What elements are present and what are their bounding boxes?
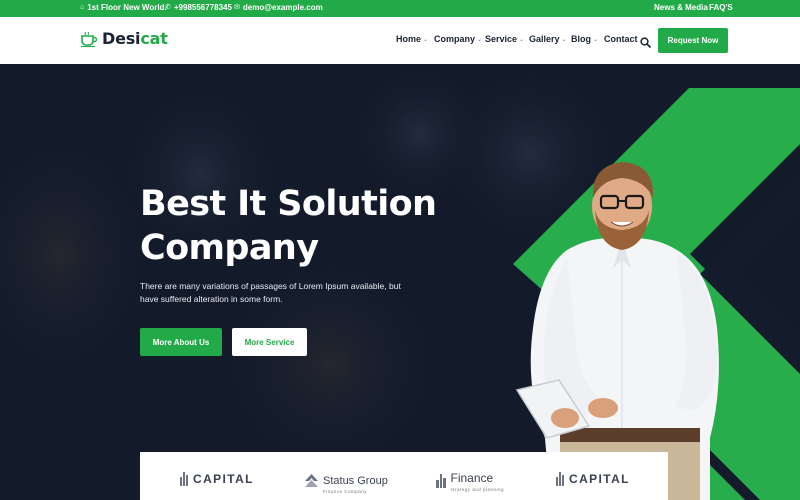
brand-capital-1[interactable]: CAPITAL bbox=[180, 472, 254, 486]
email-info[interactable]: ✉ demo@example.com bbox=[234, 3, 323, 12]
top-bar: ⌂ 1st Floor New World. ✆ +998556778345 ✉… bbox=[0, 0, 800, 17]
hero-title: Best It Solution Company bbox=[140, 184, 437, 268]
brand-name: Status Group bbox=[323, 475, 388, 487]
chevron-down-icon: ⌄ bbox=[519, 36, 525, 43]
brand-name: CAPITAL bbox=[193, 472, 254, 486]
mail-icon: ✉ bbox=[234, 4, 240, 11]
brand-status-group[interactable]: Status Group Finance Company bbox=[305, 471, 388, 494]
phone-text: +998556778345 bbox=[173, 3, 232, 12]
brand-sub: strategy and planning bbox=[450, 487, 505, 492]
site-header: Desicat Home ⌄ Company ⌄ Service ⌄ Gallery ⌄… bbox=[0, 17, 800, 64]
businessman-image bbox=[515, 162, 719, 500]
nav-home[interactable]: Home ⌄ bbox=[396, 34, 428, 44]
faqs-link[interactable]: FAQ'S bbox=[709, 3, 733, 12]
request-now-button[interactable]: Request Now bbox=[658, 28, 728, 53]
chevron-down-icon: ⌄ bbox=[423, 36, 429, 43]
news-media-link[interactable]: News & Media bbox=[654, 3, 708, 12]
logo[interactable]: Desicat bbox=[80, 29, 168, 48]
hero-section: Best It Solution Company There are many … bbox=[0, 64, 800, 500]
hero-description: There are many variations of passages of… bbox=[140, 281, 401, 304]
chevron-down-icon: ⌄ bbox=[593, 36, 599, 43]
bars-icon bbox=[556, 472, 564, 486]
chevron-down-icon: ⌄ bbox=[477, 36, 483, 43]
nav-blog[interactable]: Blog ⌄ bbox=[571, 34, 598, 44]
address-info: ⌂ 1st Floor New World. bbox=[80, 3, 167, 12]
email-text: demo@example.com bbox=[242, 3, 323, 12]
status-mark-icon bbox=[305, 473, 318, 492]
bars-icon bbox=[436, 473, 446, 488]
logo-text: Desicat bbox=[102, 29, 168, 48]
brand-name: CAPITAL bbox=[569, 472, 630, 486]
home-icon: ⌂ bbox=[80, 4, 85, 11]
brand-sub: Finance Company bbox=[323, 489, 368, 494]
bars-icon bbox=[180, 472, 188, 486]
coffee-cup-icon bbox=[80, 31, 98, 47]
brand-name: Finance bbox=[450, 471, 494, 485]
phone-icon: ✆ bbox=[165, 4, 171, 11]
more-service-button[interactable]: More Service bbox=[232, 328, 307, 356]
nav-service[interactable]: Service ⌄ bbox=[485, 34, 524, 44]
address-text: 1st Floor New World. bbox=[87, 3, 167, 12]
nav-contact[interactable]: Contact bbox=[604, 34, 638, 44]
more-about-us-button[interactable]: More About Us bbox=[140, 328, 222, 356]
chevron-down-icon: ⌄ bbox=[561, 36, 567, 43]
brand-strip: CAPITAL Status Group Finance Company Fin… bbox=[140, 452, 668, 500]
brand-finance[interactable]: Finance strategy and planning bbox=[436, 469, 504, 492]
nav-company[interactable]: Company ⌄ bbox=[434, 34, 482, 44]
nav-gallery[interactable]: Gallery ⌄ bbox=[529, 34, 567, 44]
phone-info[interactable]: ✆ +998556778345 bbox=[165, 3, 232, 12]
search-icon[interactable] bbox=[640, 35, 651, 48]
brand-capital-2[interactable]: CAPITAL bbox=[556, 472, 630, 486]
